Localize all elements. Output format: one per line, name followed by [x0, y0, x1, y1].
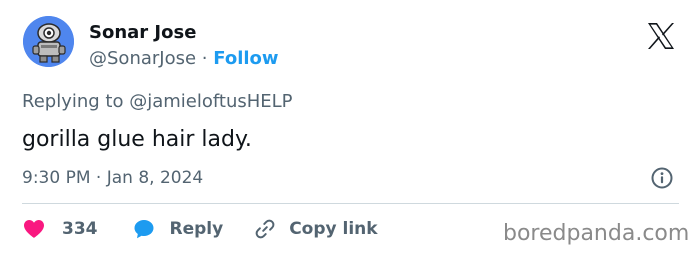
replying-to: Replying to @jamieloftusHELP — [22, 90, 293, 114]
reply-mention-link[interactable]: @jamieloftusHELP — [129, 91, 292, 112]
copy-link-label: Copy link — [289, 219, 378, 239]
reply-label: Reply — [169, 219, 224, 239]
tweet-timestamp[interactable]: 9:30 PM · Jan 8, 2024 — [22, 166, 203, 190]
author-name[interactable]: Sonar Jose — [89, 21, 196, 45]
speech-bubble-icon — [132, 217, 156, 241]
tweet-text: gorilla glue hair lady. — [22, 127, 252, 152]
reply-button[interactable]: Reply — [132, 217, 224, 241]
action-bar: 334 Reply Copy link — [22, 216, 378, 242]
avatar-image — [23, 16, 74, 67]
author-handle[interactable]: @SonarJose — [89, 48, 196, 69]
like-count: 334 — [62, 219, 98, 239]
replying-prefix: Replying to — [22, 91, 124, 112]
watermark: boredpanda.com — [503, 221, 690, 246]
avatar[interactable] — [23, 16, 74, 67]
copy-link-button[interactable]: Copy link — [253, 217, 378, 241]
like-button[interactable]: 334 — [22, 217, 98, 241]
author-handle-row: @SonarJose · Follow — [89, 47, 279, 71]
follow-button[interactable]: Follow — [213, 48, 278, 69]
divider — [22, 203, 679, 204]
info-icon[interactable] — [650, 166, 674, 190]
handle-separator: · — [201, 48, 208, 69]
link-icon — [253, 217, 277, 241]
x-logo-icon[interactable] — [646, 21, 676, 51]
heart-icon — [22, 217, 46, 241]
